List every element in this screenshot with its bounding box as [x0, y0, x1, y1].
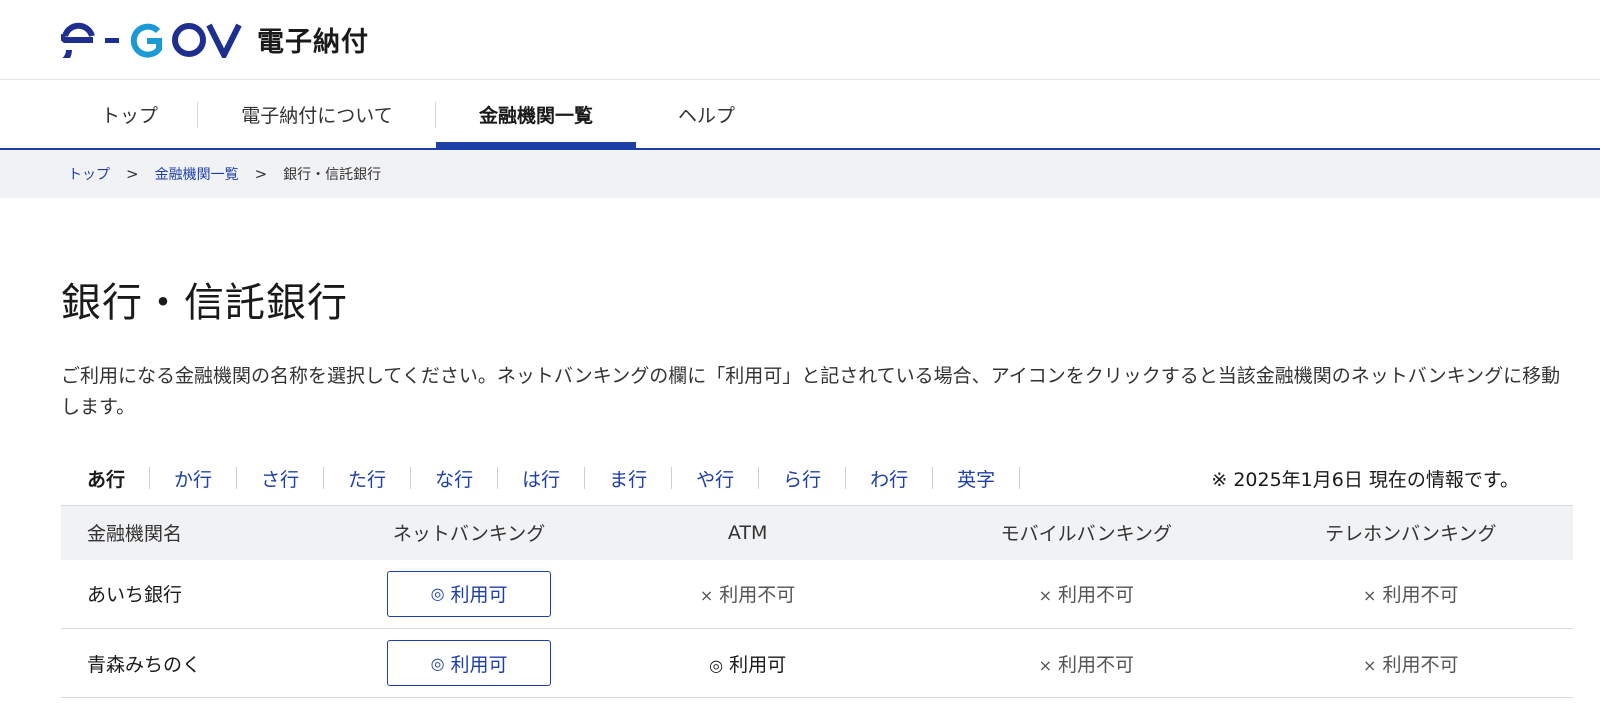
mobile-banking-cell: × 利用不可 — [924, 560, 1248, 629]
breadcrumb: トップ > 金融機関一覧 > 銀行・信託銀行 — [0, 150, 1600, 198]
site-header: 電子納付 — [0, 0, 1600, 80]
e-gov-logo-mark — [61, 22, 242, 58]
nav-item-help[interactable]: ヘルプ — [636, 80, 776, 148]
atm-status: 利用可 — [729, 653, 787, 676]
nav-item-top[interactable]: トップ — [61, 80, 198, 148]
kana-divider — [1019, 467, 1021, 489]
table-row: あいち銀行 ◎ 利用可 × 利用不可 × 利用不可 × 利用不可 — [61, 560, 1573, 629]
column-header-atm: ATM — [727, 521, 768, 544]
e-gov-logo[interactable]: 電子納付 — [61, 20, 369, 60]
breadcrumb-link-top[interactable]: トップ — [68, 164, 110, 184]
nav-item-about[interactable]: 電子納付について — [198, 80, 436, 148]
column-header-net-banking: ネットバンキング — [392, 523, 546, 546]
atm-status: 利用不可 — [719, 584, 796, 607]
logo-text: 電子納付 — [257, 27, 369, 58]
kana-tab-a: あ行 — [87, 468, 126, 491]
nav-item-label: 電子納付について — [241, 104, 393, 127]
unavailable-icon: × — [699, 586, 714, 606]
telephone-banking-status: 利用不可 — [1382, 653, 1459, 676]
mobile-banking-status: 利用不可 — [1058, 653, 1135, 676]
available-icon: ◎ — [430, 584, 445, 604]
info-date-note: ※ 2025年1月6日 現在の情報です。 — [1211, 468, 1519, 491]
unavailable-icon: × — [1038, 655, 1053, 675]
mobile-banking-cell: × 利用不可 — [924, 629, 1248, 698]
breadcrumb-link-institutions[interactable]: 金融機関一覧 — [155, 164, 239, 184]
nav-item-institutions[interactable]: 金融機関一覧 — [436, 80, 636, 148]
telephone-banking-status: 利用不可 — [1382, 584, 1459, 607]
breadcrumb-current: 銀行・信託銀行 — [283, 167, 382, 183]
kana-tab-ha[interactable]: は行 — [498, 465, 584, 492]
unavailable-icon: × — [1363, 586, 1377, 606]
telephone-banking-cell: × 利用不可 — [1249, 560, 1573, 629]
net-banking-available-button[interactable]: ◎ 利用可 — [387, 570, 552, 617]
institution-name: あいち銀行 — [87, 584, 183, 607]
kana-tab-ta[interactable]: た行 — [324, 465, 410, 492]
main-content: 銀行・信託銀行 ご利用になる金融機関の名称を選択してください。ネットバンキングの… — [0, 278, 1600, 698]
atm-cell: × 利用不可 — [571, 560, 924, 629]
kana-tab-sa[interactable]: さ行 — [237, 465, 323, 492]
available-icon: ◎ — [709, 655, 724, 675]
kana-tab-ra[interactable]: ら行 — [759, 465, 845, 492]
institution-name: 青森みちのく — [87, 653, 202, 676]
nav-item-label: 金融機関一覧 — [478, 104, 593, 127]
table-header: 金融機関名 ネットバンキング ATM モバイルバンキング テレホンバンキング — [61, 505, 1573, 560]
kana-tabs: あ行 か行 さ行 た行 な行 は行 ま行 や行 ら行 わ行 英字 ※ 2025年… — [61, 463, 1573, 493]
institutions-table: 金融機関名 ネットバンキング ATM モバイルバンキング テレホンバンキング あ… — [61, 505, 1573, 698]
net-banking-cell: ◎ 利用可 — [367, 560, 571, 629]
kana-tab-wa[interactable]: わ行 — [846, 465, 932, 492]
global-nav: トップ 電子納付について 金融機関一覧 ヘルプ — [0, 80, 1600, 150]
net-banking-cell: ◎ 利用可 — [367, 629, 571, 698]
column-header-name: 金融機関名 — [87, 523, 183, 546]
unavailable-icon: × — [1363, 655, 1377, 675]
nav-item-label: ヘルプ — [677, 104, 735, 127]
column-header-telephone-banking: テレホンバンキング — [1325, 523, 1497, 546]
nav-item-label: トップ — [100, 104, 158, 127]
column-header-mobile-banking: モバイルバンキング — [1000, 523, 1173, 546]
net-banking-status: 利用可 — [450, 584, 508, 607]
net-banking-available-button[interactable]: ◎ 利用可 — [387, 640, 552, 686]
available-icon: ◎ — [430, 653, 445, 673]
kana-tab-alpha[interactable]: 英字 — [933, 465, 1019, 492]
kana-tab-ma[interactable]: ま行 — [585, 465, 671, 492]
breadcrumb-separator: > — [126, 165, 139, 183]
kana-tab-ka[interactable]: か行 — [150, 465, 236, 492]
table-row: 青森みちのく ◎ 利用可 ◎ 利用可 × 利用不可 × 利用不可 — [61, 629, 1573, 698]
telephone-banking-cell: × 利用不可 — [1249, 629, 1573, 698]
atm-cell: ◎ 利用可 — [571, 629, 924, 698]
net-banking-status: 利用可 — [450, 653, 508, 676]
breadcrumb-separator: > — [254, 165, 268, 183]
lead-text: ご利用になる金融機関の名称を選択してください。ネットバンキングの欄に「利用可」と… — [61, 365, 1561, 418]
mobile-banking-status: 利用不可 — [1058, 584, 1135, 607]
kana-tab-na[interactable]: な行 — [411, 465, 497, 492]
kana-tab-ya[interactable]: や行 — [672, 465, 758, 492]
unavailable-icon: × — [1038, 586, 1053, 606]
page-title: 銀行・信託銀行 — [61, 280, 348, 326]
